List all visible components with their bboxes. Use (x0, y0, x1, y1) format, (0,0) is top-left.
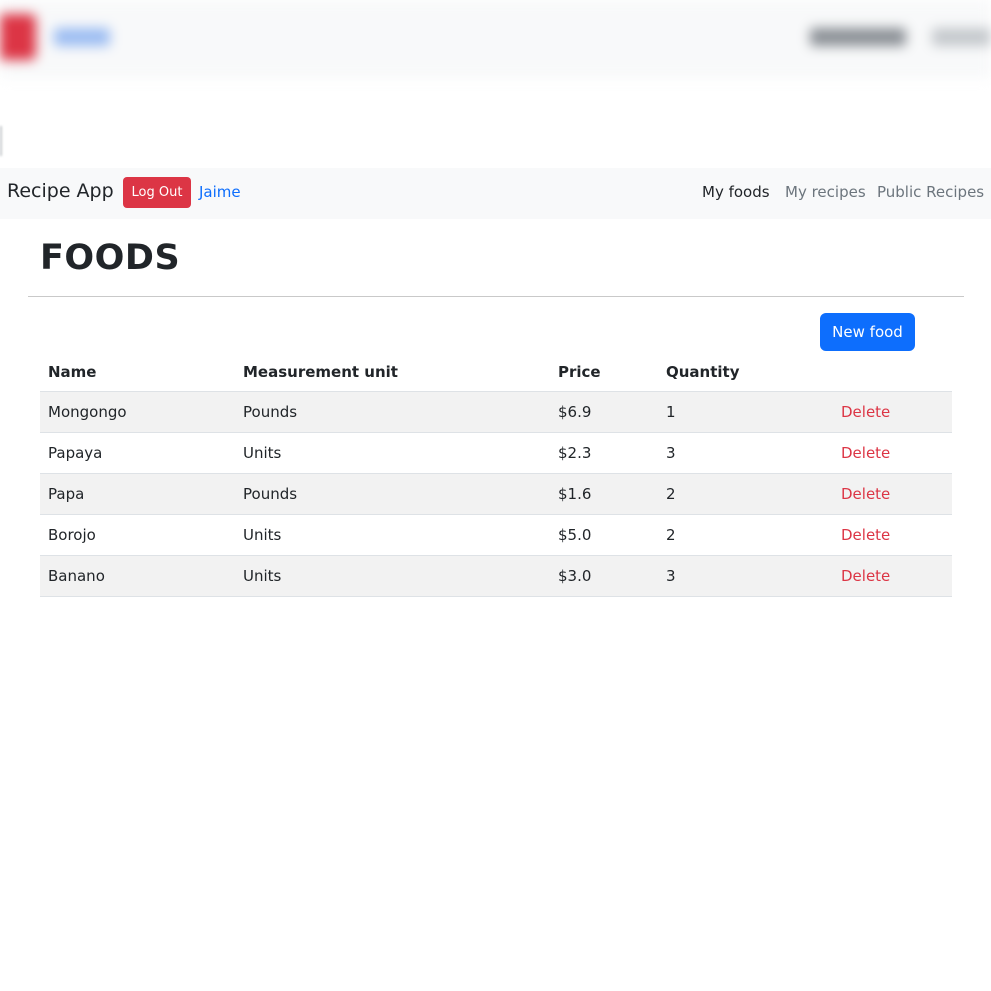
table-row: Mongongo Pounds $6.9 1 Delete (40, 391, 952, 433)
delete-link[interactable]: Delete (833, 485, 890, 503)
cell-price: $3.0 (550, 555, 658, 597)
nav-link-my-recipes[interactable]: My recipes (785, 183, 866, 201)
navbar: Recipe App Log Out Jaime My foods My rec… (0, 168, 991, 219)
blurred-navbar-ghost (0, 0, 991, 78)
cell-measurement-unit: Pounds (235, 473, 550, 515)
nav-link-my-foods[interactable]: My foods (702, 183, 770, 201)
column-header-quantity: Quantity (658, 352, 825, 392)
cell-quantity: 2 (658, 473, 825, 515)
cell-measurement-unit: Units (235, 514, 550, 556)
logout-button[interactable]: Log Out (123, 177, 191, 208)
cell-measurement-unit: Units (235, 555, 550, 597)
table-row: Papaya Units $2.3 3 Delete (40, 432, 952, 474)
cell-actions: Delete (825, 555, 952, 597)
cell-name: Mongongo (40, 391, 235, 433)
cell-actions: Delete (825, 514, 952, 556)
new-food-button[interactable]: New food (820, 313, 915, 351)
cell-name: Banano (40, 555, 235, 597)
brand-link[interactable]: Recipe App (7, 180, 114, 202)
page-title: FOODS (40, 238, 181, 278)
blurred-user-link (54, 28, 110, 46)
delete-link[interactable]: Delete (833, 567, 890, 585)
table-header-row: Name Measurement unit Price Quantity (40, 352, 952, 392)
cell-actions: Delete (825, 473, 952, 515)
cell-price: $1.6 (550, 473, 658, 515)
foods-table: Name Measurement unit Price Quantity Mon… (40, 352, 952, 597)
delete-link[interactable]: Delete (833, 403, 890, 421)
cell-actions: Delete (825, 432, 952, 474)
cell-quantity: 3 (658, 555, 825, 597)
cell-measurement-unit: Units (235, 432, 550, 474)
column-header-price: Price (550, 352, 658, 392)
table-row: Papa Pounds $1.6 2 Delete (40, 473, 952, 515)
delete-link[interactable]: Delete (833, 526, 890, 544)
user-profile-link[interactable]: Jaime (199, 183, 241, 201)
cell-actions: Delete (825, 391, 952, 433)
cell-name: Borojo (40, 514, 235, 556)
column-header-actions (825, 352, 952, 392)
cell-name: Papa (40, 473, 235, 515)
cell-price: $6.9 (550, 391, 658, 433)
cell-quantity: 2 (658, 514, 825, 556)
table-row: Borojo Units $5.0 2 Delete (40, 514, 952, 556)
cell-quantity: 1 (658, 391, 825, 433)
column-header-measurement-unit: Measurement unit (235, 352, 550, 392)
blurred-logout-button (0, 14, 36, 60)
cell-quantity: 3 (658, 432, 825, 474)
column-header-name: Name (40, 352, 235, 392)
cell-measurement-unit: Pounds (235, 391, 550, 433)
title-divider (28, 296, 964, 297)
cell-price: $5.0 (550, 514, 658, 556)
blurred-nav-link (810, 28, 906, 46)
blurred-nav-link (932, 28, 991, 46)
blurred-edge-mark (0, 126, 2, 156)
cell-name: Papaya (40, 432, 235, 474)
delete-link[interactable]: Delete (833, 444, 890, 462)
table-row: Banano Units $3.0 3 Delete (40, 555, 952, 597)
nav-link-public-recipes[interactable]: Public Recipes (877, 183, 984, 201)
cell-price: $2.3 (550, 432, 658, 474)
